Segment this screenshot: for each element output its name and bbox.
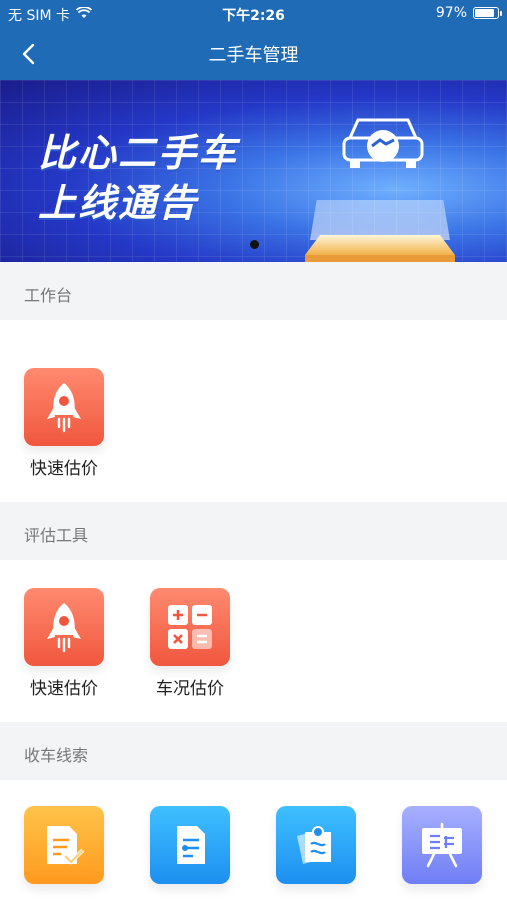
battery-icon bbox=[473, 7, 502, 19]
lead-tile-2[interactable] bbox=[148, 806, 232, 884]
section-body-leads bbox=[0, 780, 507, 900]
section-title-workbench: 工作台 bbox=[24, 286, 73, 305]
presentation-board-icon bbox=[402, 806, 482, 884]
lead-tile-3[interactable] bbox=[274, 806, 358, 884]
battery-percent: 97% bbox=[435, 5, 467, 21]
car-handshake-icon bbox=[342, 118, 424, 168]
lead-tile-4[interactable] bbox=[400, 806, 484, 884]
quick-estimate-tile[interactable]: 快速估价 bbox=[22, 588, 106, 699]
banner-line-2: 上线通告 bbox=[38, 181, 199, 225]
nav-bar: 二手车管理 bbox=[0, 28, 507, 80]
banner-line-1: 比心二手车 bbox=[38, 131, 239, 175]
section-title-tools: 评估工具 bbox=[24, 526, 89, 545]
quick-estimate-tile[interactable]: 快速估价 bbox=[22, 368, 106, 479]
status-bar: 无 SIM 卡 下午2:26 97% bbox=[0, 0, 507, 28]
banner-headline: 比心二手车 上线通告 bbox=[38, 128, 238, 228]
page-title: 二手车管理 bbox=[208, 45, 299, 66]
section-header-tools: 评估工具 bbox=[0, 502, 507, 560]
promo-banner[interactable]: 比心二手车 上线通告 bbox=[0, 80, 507, 262]
carousel-indicator[interactable] bbox=[250, 240, 259, 249]
car-pedestal-illustration bbox=[305, 200, 455, 262]
status-right: 97% bbox=[435, 5, 502, 21]
tile-label: 快速估价 bbox=[30, 679, 98, 699]
rocket-icon bbox=[24, 588, 104, 666]
tile-label: 快速估价 bbox=[30, 459, 98, 479]
tile-label: 车况估价 bbox=[156, 679, 224, 699]
calculator-icon bbox=[150, 588, 230, 666]
battery-fill bbox=[475, 9, 494, 17]
lead-tile-1[interactable] bbox=[22, 806, 106, 884]
document-check-icon bbox=[24, 806, 104, 884]
section-header-leads: 收车线索 bbox=[0, 722, 507, 780]
file-list-icon bbox=[150, 806, 230, 884]
section-body-workbench: 快速估价 bbox=[0, 320, 507, 502]
notes-icon bbox=[276, 806, 356, 884]
section-body-tools: 快速估价 车况估价 bbox=[0, 560, 507, 722]
condition-estimate-tile[interactable]: 车况估价 bbox=[148, 588, 232, 699]
status-time: 下午2:26 bbox=[222, 8, 285, 24]
section-header-workbench: 工作台 bbox=[0, 262, 507, 320]
rocket-icon bbox=[24, 368, 104, 446]
section-title-leads: 收车线索 bbox=[24, 746, 89, 765]
